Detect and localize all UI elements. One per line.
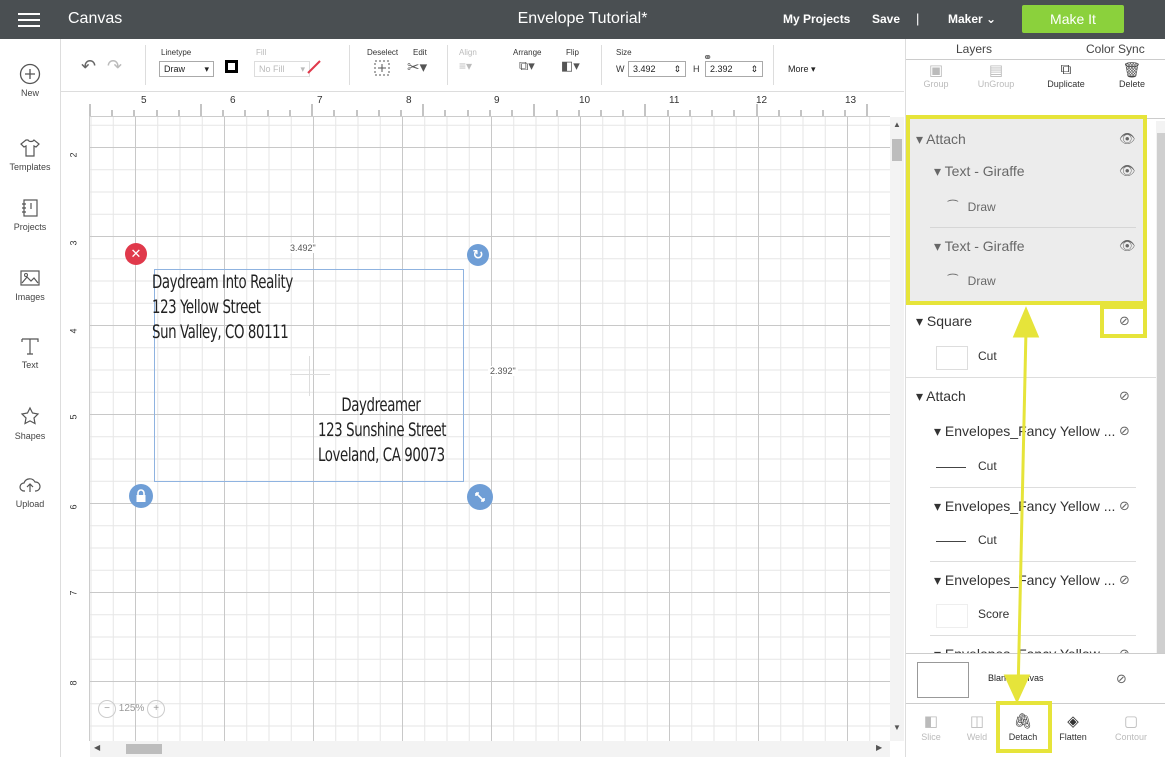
annotation-arrows <box>1003 306 1040 704</box>
